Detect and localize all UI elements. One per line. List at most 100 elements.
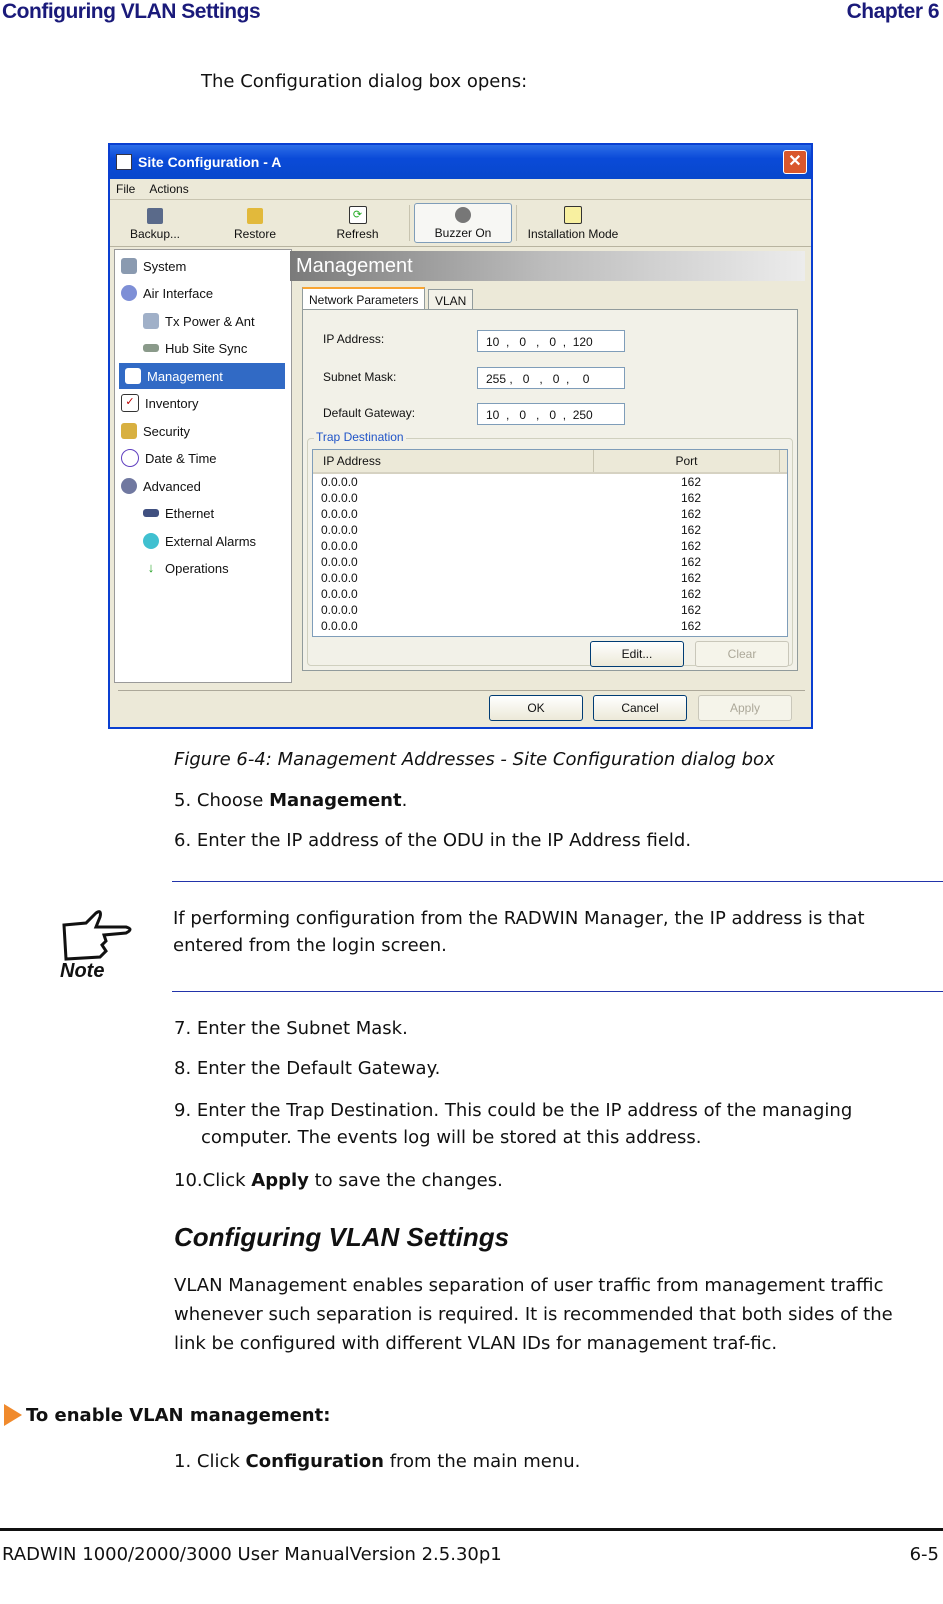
trap-ip-cell: 0.0.0.0 xyxy=(321,523,358,537)
tree-item-external-alarms[interactable]: External Alarms xyxy=(143,528,256,554)
buzzer-label: Buzzer On xyxy=(434,226,492,240)
step-text: Enter the IP address of the ODU in the I… xyxy=(196,830,692,851)
procedure-title: To enable VLAN management: xyxy=(26,1404,331,1426)
trap-destination-title: Trap Destination xyxy=(314,430,406,444)
step-9: 9. Enter the Trap Destination. This coul… xyxy=(174,1097,943,1151)
trap-port-cell: 162 xyxy=(680,523,702,537)
tree-item-ethernet[interactable]: Ethernet xyxy=(143,500,214,526)
step-text: . xyxy=(401,790,408,811)
buzzer-on-button[interactable]: Buzzer On xyxy=(414,203,512,243)
table-row[interactable]: 0.0.0.0 162 xyxy=(313,602,787,618)
close-button[interactable]: ✕ xyxy=(783,150,807,174)
trap-port-cell: 162 xyxy=(680,555,702,569)
cancel-button[interactable]: Cancel xyxy=(593,695,687,721)
tree-label: Tx Power & Ant xyxy=(165,313,255,329)
step-number: 1. xyxy=(174,1451,192,1472)
tree-item-security[interactable]: Security xyxy=(121,418,190,444)
dialog-titlebar: Site Configuration - A xyxy=(110,145,811,179)
speaker-icon xyxy=(455,207,471,223)
refresh-button[interactable]: ⟳ Refresh xyxy=(310,203,405,243)
note-label: Note xyxy=(60,960,105,982)
step-text: Enter the Trap Destination. This could b… xyxy=(196,1100,853,1148)
tree-item-management[interactable]: Management xyxy=(119,363,285,389)
menu-file[interactable]: File xyxy=(116,182,135,196)
trap-port-cell: 162 xyxy=(680,603,702,617)
trap-port-cell: 162 xyxy=(680,539,702,553)
installation-mode-button[interactable]: Installation Mode xyxy=(521,203,625,243)
tree-label: Advanced xyxy=(143,478,201,494)
alarm-icon xyxy=(143,533,159,549)
step-number: 5. xyxy=(174,790,192,811)
trap-port-cell: 162 xyxy=(680,571,702,585)
tree-item-air-interface[interactable]: Air Interface xyxy=(121,280,213,306)
clear-button[interactable]: Clear xyxy=(695,641,789,667)
step-text: Click xyxy=(196,1451,246,1472)
tree-label: Ethernet xyxy=(165,505,215,521)
table-row[interactable]: 0.0.0.0 162 xyxy=(313,474,787,490)
tree-item-hub-site-sync[interactable]: Hub Site Sync xyxy=(143,335,247,361)
tree-label: Date & Time xyxy=(145,450,217,466)
tree-item-operations[interactable]: ↓ Operations xyxy=(143,555,229,581)
step-text: Enter the Subnet Mask. xyxy=(196,1018,408,1039)
ok-button[interactable]: OK xyxy=(489,695,583,721)
trap-ip-cell: 0.0.0.0 xyxy=(321,619,358,633)
restore-button[interactable]: Restore xyxy=(200,203,310,243)
note-top-rule xyxy=(172,881,943,882)
section-title: Management xyxy=(290,251,805,281)
step-bold: Apply xyxy=(251,1170,309,1191)
step-1: 1. Click Configuration from the main men… xyxy=(174,1448,580,1475)
tree-label: Air Interface xyxy=(143,285,214,301)
table-row[interactable]: 0.0.0.0 162 xyxy=(313,586,787,602)
table-row[interactable]: 0.0.0.0 162 xyxy=(313,618,787,634)
table-row[interactable]: 0.0.0.0 162 xyxy=(313,554,787,570)
tree-label: System xyxy=(143,258,187,274)
tree-label: Inventory xyxy=(145,395,199,411)
tab-vlan[interactable]: VLAN xyxy=(428,289,474,310)
column-port[interactable]: Port xyxy=(594,450,780,472)
table-row[interactable]: 0.0.0.0 162 xyxy=(313,490,787,506)
site-configuration-dialog: Site Configuration - A ✕ File Actions Ba… xyxy=(108,143,813,729)
step-bold: Management xyxy=(269,790,402,811)
refresh-label: Refresh xyxy=(336,227,379,241)
tree-item-inventory[interactable]: ✓ Inventory xyxy=(121,390,198,416)
trap-destination-list[interactable]: IP Address Port 0.0.0.0 162 0.0.0.0 162 0.0.… xyxy=(312,449,788,637)
management-icon xyxy=(125,368,141,384)
tree-item-date-time[interactable]: Date & Time xyxy=(121,445,217,471)
step-10: 10.Click Apply to save the changes. xyxy=(174,1167,503,1194)
step-7: 7. Enter the Subnet Mask. xyxy=(174,1015,408,1042)
sync-icon xyxy=(143,344,159,352)
default-gateway-field[interactable]: 10 , 0 , 0 , 250 xyxy=(477,403,625,425)
column-ip-address[interactable]: IP Address xyxy=(313,450,594,472)
tree-item-system[interactable]: System xyxy=(121,253,186,279)
step-text: from the main menu. xyxy=(383,1451,581,1472)
table-row[interactable]: 0.0.0.0 162 xyxy=(313,570,787,586)
table-row[interactable]: 0.0.0.0 162 xyxy=(313,506,787,522)
subnet-mask-field[interactable]: 255 , 0 , 0 , 0 xyxy=(477,367,625,389)
toolbar-separator xyxy=(516,205,517,241)
gear-icon xyxy=(121,478,137,494)
tree-item-advanced[interactable]: Advanced xyxy=(121,473,201,499)
trap-ip-cell: 0.0.0.0 xyxy=(321,539,358,553)
step-5: 5. Choose Management. xyxy=(174,787,407,814)
tab-network-parameters[interactable]: Network Parameters xyxy=(302,287,426,311)
menu-bar: File Actions xyxy=(110,179,811,200)
edit-button[interactable]: Edit... xyxy=(590,641,684,667)
restore-label: Restore xyxy=(233,227,277,241)
management-panel: Management Network Parameters VLAN IP Ad… xyxy=(290,249,805,681)
backup-label: Backup... xyxy=(129,227,181,241)
site-config-icon xyxy=(116,154,132,170)
menu-actions[interactable]: Actions xyxy=(149,182,188,196)
ip-address-field[interactable]: 10 , 0 , 0 , 120 xyxy=(477,330,625,352)
footer-title: RADWIN 1000/2000/3000 User ManualVersion… xyxy=(2,1544,502,1565)
backup-button[interactable]: Backup... xyxy=(110,203,200,243)
table-row[interactable]: 0.0.0.0 162 xyxy=(313,538,787,554)
step-number: 8. xyxy=(174,1058,192,1079)
tree-label: Hub Site Sync xyxy=(165,340,248,356)
tree-item-tx-power[interactable]: Tx Power & Ant xyxy=(143,308,255,334)
trap-ip-cell: 0.0.0.0 xyxy=(321,507,358,521)
apply-button[interactable]: Apply xyxy=(698,695,792,721)
trap-port-cell: 162 xyxy=(680,507,702,521)
inventory-icon: ✓ xyxy=(121,394,139,412)
table-row[interactable]: 0.0.0.0 162 xyxy=(313,522,787,538)
floppy-disk-icon xyxy=(147,208,163,224)
